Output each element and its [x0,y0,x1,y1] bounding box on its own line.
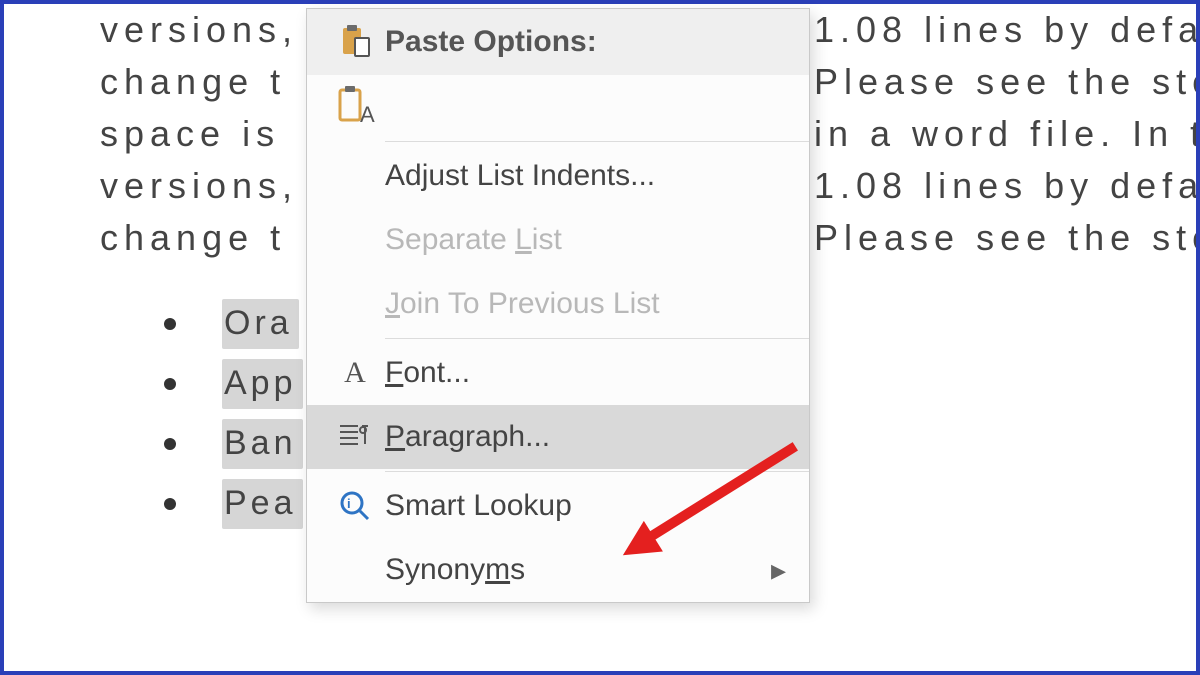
menu-smart-lookup[interactable]: i Smart Lookup [307,474,809,538]
svg-text:A: A [360,102,375,127]
doc-line: space is [100,108,280,160]
doc-line: 1.08 lines by defau [814,4,1196,56]
doc-line: change t [100,56,286,108]
paste-icon [325,22,385,62]
bullet-dot-icon [164,498,176,510]
menu-adjust-list-indents[interactable]: Adjust List Indents... [307,144,809,208]
menu-label: Paste Options: [385,25,795,59]
list-item[interactable]: Ban [164,414,303,474]
submenu-arrow-icon: ▸ [771,553,795,588]
list-item-text: Pea [222,479,303,528]
list-item[interactable]: App [164,354,303,414]
menu-paragraph[interactable]: Paragraph... [307,405,809,469]
bullet-list: Ora App Ban Pea [164,294,303,534]
paragraph-icon [325,422,385,452]
context-menu: Paste Options: A Adjust List Indents... … [306,8,810,603]
bullet-dot-icon [164,438,176,450]
font-icon: A [325,356,385,390]
doc-line: 1.08 lines by defau [814,160,1196,212]
menu-separator [385,471,809,472]
menu-font[interactable]: A Font... [307,341,809,405]
doc-line: Please see the step [814,212,1196,264]
doc-line: change t [100,212,286,264]
smart-lookup-icon: i [325,489,385,523]
menu-label: Smart Lookup [385,489,795,523]
menu-separate-list: Separate List [307,208,809,272]
svg-text:i: i [347,496,351,511]
list-item-text: Ban [222,419,303,468]
doc-line: Please see the step [814,56,1196,108]
menu-separator [385,338,809,339]
menu-paste-keep-text[interactable]: A [307,75,809,139]
menu-join-previous-list: Join To Previous List [307,272,809,336]
menu-synonyms[interactable]: Synonyms ▸ [307,538,809,602]
menu-label: Font... [385,356,795,390]
menu-label: Synonyms [385,553,771,587]
list-item[interactable]: Pea [164,474,303,534]
menu-paste-options-header: Paste Options: [307,9,809,75]
menu-label: Paragraph... [385,420,795,454]
menu-label: Separate List [385,223,795,257]
bullet-dot-icon [164,318,176,330]
paste-text-icon: A [325,84,385,130]
list-item[interactable]: Ora [164,294,303,354]
bullet-dot-icon [164,378,176,390]
list-item-text: App [222,359,303,408]
menu-separator [385,141,809,142]
doc-line: in a word file. In th [814,108,1196,160]
doc-line: versions, [100,160,298,212]
doc-line: versions, [100,4,298,56]
menu-label: Join To Previous List [385,287,795,321]
list-item-text: Ora [222,299,299,348]
menu-label: Adjust List Indents... [385,159,795,193]
